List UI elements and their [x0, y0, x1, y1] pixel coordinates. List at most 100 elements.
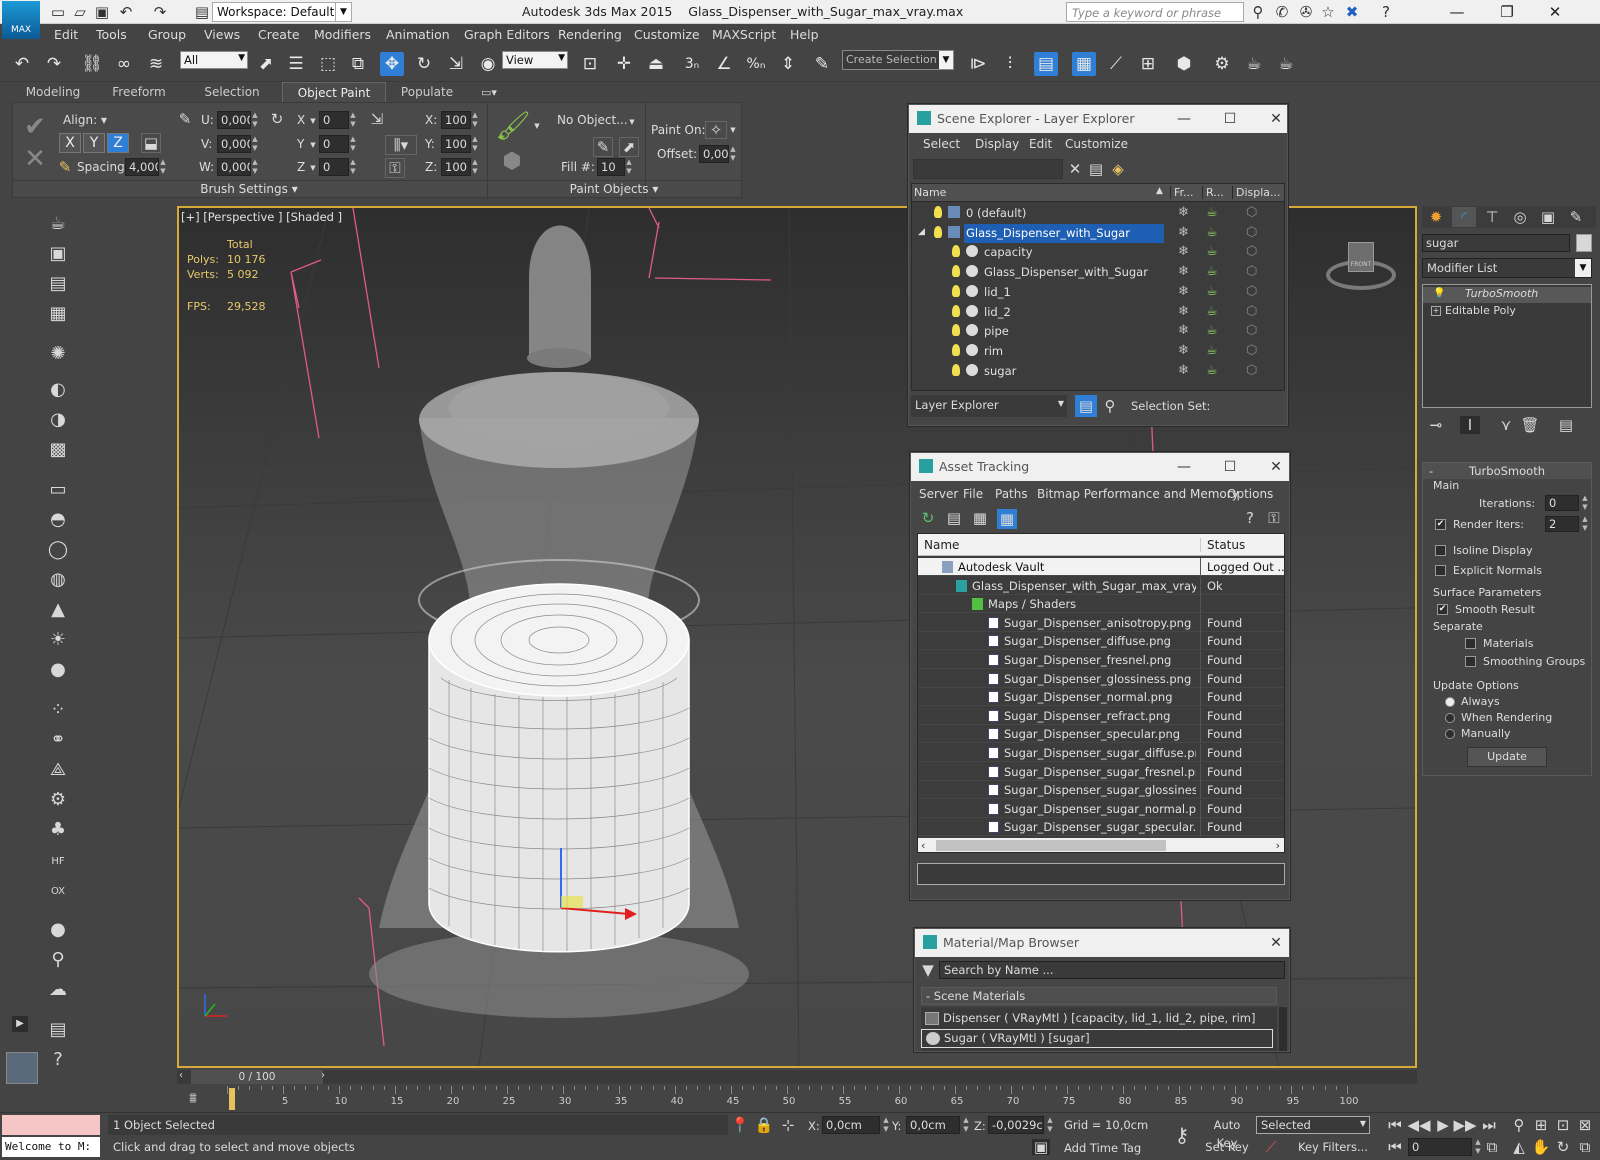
- axis-x-button[interactable]: X: [59, 133, 81, 153]
- motion-tab-icon[interactable]: ◎: [1508, 207, 1532, 227]
- menu-help[interactable]: Help: [790, 26, 819, 44]
- material-search-input[interactable]: Search by Name ...: [939, 961, 1285, 979]
- object-name-input[interactable]: sugar: [1422, 234, 1570, 252]
- freeze-icon[interactable]: ❄: [1178, 264, 1189, 279]
- align-icon[interactable]: ⫶: [998, 52, 1022, 76]
- list-icon[interactable]: ▤: [44, 270, 72, 296]
- project-folder-icon[interactable]: ▤: [192, 2, 212, 22]
- asset-row[interactable]: Sugar_Dispenser_sugar_fresnel.png Found: [918, 762, 1284, 781]
- se-menu-select[interactable]: Select: [923, 137, 960, 151]
- orbit-icon[interactable]: ↻: [1554, 1139, 1572, 1155]
- display-tab-icon[interactable]: ▣: [1536, 207, 1560, 227]
- transform-mode-icon[interactable]: ⊹: [780, 1117, 796, 1133]
- display-box-icon[interactable]: ⬡: [1246, 264, 1257, 279]
- add-time-tag[interactable]: Add Time Tag: [1058, 1139, 1158, 1157]
- add-to-layer-icon[interactable]: ◈: [1109, 161, 1127, 177]
- rotate-icon[interactable]: ↻: [412, 52, 436, 76]
- col-asset-name[interactable]: Name: [924, 538, 959, 552]
- detail-view-icon[interactable]: ▦: [971, 509, 989, 527]
- maxscript-input[interactable]: Welcome to M:: [2, 1137, 100, 1157]
- current-frame-marker[interactable]: [229, 1088, 235, 1110]
- auto-key-button[interactable]: Auto Key: [1202, 1116, 1252, 1150]
- molecule-icon[interactable]: ⚭: [44, 726, 72, 752]
- hierarchy-icon[interactable]: ⚲: [1099, 395, 1121, 417]
- render-setup-icon[interactable]: ⚙: [1210, 52, 1234, 76]
- zoom-all-icon[interactable]: ⊞: [1532, 1117, 1550, 1133]
- fov-icon[interactable]: ◭: [1510, 1139, 1528, 1155]
- orb-icon[interactable]: ●: [44, 916, 72, 942]
- manually-radio[interactable]: [1445, 729, 1455, 739]
- freeze-icon[interactable]: ❄: [1178, 244, 1189, 259]
- table-view-icon[interactable]: ▦: [997, 509, 1017, 529]
- isoline-checkbox[interactable]: [1435, 545, 1446, 556]
- sphere-icon[interactable]: ◯: [44, 536, 72, 562]
- menu-tools[interactable]: Tools: [96, 26, 127, 44]
- current-frame-input[interactable]: 0: [1408, 1138, 1472, 1156]
- rot-x-input[interactable]: 0: [319, 111, 349, 129]
- rot-z-spinner[interactable]: ▲ ▼: [349, 158, 357, 176]
- isolate-icon[interactable]: 📍: [731, 1117, 750, 1133]
- ribbon-tab-selection[interactable]: Selection: [186, 82, 278, 102]
- star-icon[interactable]: ☆: [1318, 2, 1338, 22]
- asset-row[interactable]: Sugar_Dispenser_refract.png Found: [918, 706, 1284, 725]
- reference-coord-dropdown[interactable]: View ▼: [502, 51, 568, 69]
- ribbon-tab-populate[interactable]: Populate: [388, 82, 466, 102]
- film-icon[interactable]: ▩: [44, 436, 72, 462]
- percent-snap-icon[interactable]: %ₙ: [744, 52, 768, 76]
- binoculars-icon[interactable]: ⚲: [1248, 2, 1268, 22]
- sphere-half-icon[interactable]: ◓: [44, 506, 72, 532]
- schematic-view-icon[interactable]: ⊞: [1136, 52, 1160, 76]
- timeline-track[interactable]: ⩩ 5 10 15 20 25 30 35 40 45 50 55 60 65 70 75 80 85 90 95 1…: [177, 1086, 1417, 1112]
- cloud-icon[interactable]: ☁: [44, 976, 72, 1002]
- scene-explorer-icon[interactable]: ▦: [1072, 52, 1096, 76]
- disc-icon[interactable]: ●: [44, 656, 72, 682]
- open-file-icon[interactable]: ▱: [70, 2, 90, 22]
- layer-row[interactable]: lid_2 ❄ ☕ ⬡: [912, 303, 1284, 322]
- render-iters-input[interactable]: 2: [1545, 516, 1579, 532]
- select-by-name-icon[interactable]: ☰: [284, 52, 308, 76]
- light-bulb-icon[interactable]: [952, 284, 960, 297]
- teapot-render-icon[interactable]: ☕: [1206, 304, 1218, 319]
- refresh-icon[interactable]: ↻: [919, 509, 937, 527]
- light-bulb-icon[interactable]: [952, 343, 960, 356]
- set-key-button[interactable]: Set Key: [1202, 1138, 1252, 1156]
- browser-options-icon[interactable]: ▼: [919, 961, 937, 979]
- asset-row[interactable]: Sugar_Dispenser_diffuse.png Found: [918, 632, 1284, 651]
- teapot-render-icon[interactable]: ☕: [1206, 205, 1218, 220]
- no-object-dropdown[interactable]: No Object...: [557, 113, 628, 127]
- stack-item-editable-poly[interactable]: + Editable Poly: [1423, 304, 1591, 320]
- layer-explorer-dropdown[interactable]: Layer Explorer ▼: [911, 395, 1067, 417]
- render-icon[interactable]: ▣: [44, 240, 72, 266]
- help-circle-icon[interactable]: ?: [44, 1046, 72, 1072]
- camera2-icon[interactable]: ◑: [44, 406, 72, 432]
- hierarchy-tab-icon[interactable]: ⊤: [1480, 207, 1504, 227]
- stack-item-turbosmooth[interactable]: 💡 TurboSmooth: [1423, 287, 1591, 303]
- sun-icon[interactable]: ☀: [44, 626, 72, 652]
- window-close-icon[interactable]: ✕: [1544, 2, 1566, 22]
- asset-row[interactable]: Sugar_Dispenser_fresnel.png Found: [918, 651, 1284, 669]
- next-key-icon[interactable]: ▶▶: [1453, 1117, 1476, 1133]
- box-icon[interactable]: ▭: [44, 476, 72, 502]
- paint-objects-icon[interactable]: ⬢: [497, 149, 527, 175]
- plugin-icon[interactable]: ▤: [44, 1016, 72, 1042]
- rollout-header[interactable]: - TurboSmooth: [1423, 463, 1591, 479]
- pin-stack-icon[interactable]: ⊸: [1426, 416, 1446, 434]
- named-selection-dropdown[interactable]: Create Selection Se ▼: [842, 50, 954, 70]
- vertical-scrollbar[interactable]: [1279, 1007, 1287, 1051]
- grid-icon[interactable]: ▦: [44, 300, 72, 326]
- expand-plus-icon[interactable]: +: [1431, 306, 1441, 316]
- menu-customize[interactable]: Customize: [634, 26, 700, 44]
- viewcube[interactable]: FRONT: [1326, 240, 1396, 300]
- menu-modifiers[interactable]: Modifiers: [314, 26, 371, 44]
- undo-icon[interactable]: ↶: [10, 52, 34, 76]
- edit-named-sel-icon[interactable]: ✎: [810, 52, 834, 76]
- geosphere-icon[interactable]: ◍: [44, 566, 72, 592]
- layer-manager-icon[interactable]: ▤: [1034, 52, 1058, 76]
- adaptive-degradation-icon[interactable]: ▣: [1032, 1139, 1050, 1155]
- chevron-down-icon[interactable]: ▼: [309, 116, 317, 126]
- pivot-center-icon[interactable]: ⊡: [578, 52, 602, 76]
- col-renderable[interactable]: R...: [1202, 186, 1224, 199]
- selection-filter-dropdown[interactable]: All ▼: [180, 51, 248, 69]
- offset-input[interactable]: 0,000: [699, 145, 729, 163]
- select-object-icon[interactable]: ⬈: [254, 52, 278, 76]
